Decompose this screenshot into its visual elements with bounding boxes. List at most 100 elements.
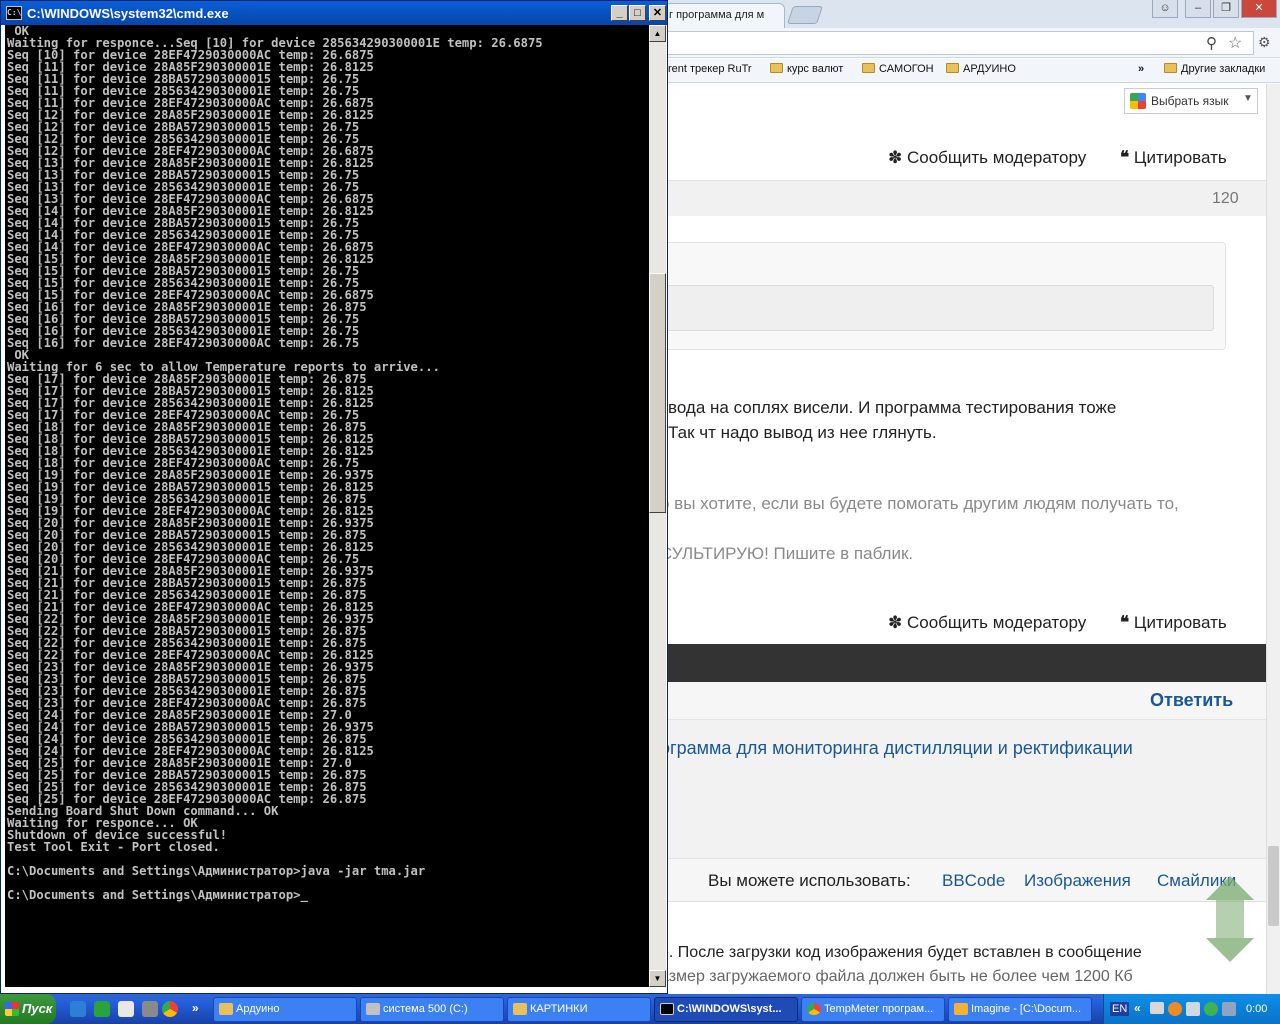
panda-icon[interactable]	[118, 1001, 134, 1017]
taskbar-button-kartinki[interactable]: КАРТИНКИ	[507, 997, 651, 1022]
quicklaunch-more-icon[interactable]: »	[192, 1001, 199, 1015]
report-moderator-link-2[interactable]: ✽ Сообщить модератору	[888, 613, 1086, 633]
language-indicator[interactable]: EN	[1110, 1002, 1130, 1016]
bbcode-link[interactable]: BBCode	[942, 871, 1005, 891]
other-bookmarks[interactable]: Другие закладки	[1164, 63, 1265, 75]
quote-link-2[interactable]: ❝ Цитировать	[1120, 613, 1227, 633]
cmd-line: C:\Documents and Settings\Администратор>…	[7, 864, 426, 878]
bug-icon: ✽	[888, 148, 903, 167]
cmd-console[interactable]: OK Waiting for responce...Seq [10] for de…	[5, 25, 649, 987]
maximize-button[interactable]: □	[629, 5, 646, 21]
quote-icon: ❝	[1120, 613, 1130, 632]
address-bar[interactable]: ⚲ ☆	[662, 31, 1254, 55]
imagine-icon	[954, 1003, 968, 1015]
scroll-down-icon[interactable]: ▼	[649, 970, 666, 987]
folder-icon	[1164, 63, 1177, 73]
page-scroll-thumb[interactable]	[1268, 846, 1279, 926]
close-button[interactable]: ✕	[649, 5, 666, 21]
post-text-line-2: Так чт надо вывод из нее глянуть.	[668, 423, 937, 442]
browser-toolbar: ⚲ ☆ ⚙	[660, 28, 1280, 58]
google-icon	[1130, 93, 1146, 109]
new-tab-button[interactable]	[787, 6, 823, 24]
scroll-down-arrow-icon[interactable]	[1206, 938, 1254, 962]
cmd-scrollbar[interactable]: ▲ ▼	[649, 25, 666, 987]
search-icon[interactable]: ⚲	[1206, 34, 1217, 52]
reply-button[interactable]: Ответить	[1150, 690, 1233, 711]
chrome-icon	[807, 1003, 821, 1015]
upload-hint-line-1: е. После загрузки код изображения будет …	[660, 944, 1142, 961]
ie-icon[interactable]	[70, 1001, 86, 1017]
topic-panel: ограмма для мониторинга дистилляции и ре…	[660, 720, 1266, 858]
bookmark-rutracker[interactable]: rent трекер RuTr	[668, 63, 752, 75]
signature-line-2: СУЛЬТИРУЮ! Пишите в паблик.	[660, 544, 914, 563]
cmd-scroll-thumb[interactable]	[649, 273, 666, 513]
taskbar-button-system500[interactable]: система 500 (C:)	[360, 997, 504, 1022]
post-text-line-1: вода на соплях висели. И программа тести…	[668, 398, 1117, 417]
safely-remove-icon[interactable]	[1222, 1002, 1236, 1016]
taskbar-button-tempmeter[interactable]: TempMeter програм...	[801, 997, 945, 1022]
bookmark-kurs-valyut[interactable]: курс валют	[770, 63, 843, 75]
user-icon[interactable]: ☺	[1152, 0, 1178, 18]
scroll-up-icon[interactable]: ▲	[649, 25, 666, 42]
post-number[interactable]: 120	[1212, 190, 1239, 208]
folder-icon	[770, 63, 783, 73]
cmd-titlebar[interactable]: C:\ C:\WINDOWS\system32\cmd.exe _ □ ✕	[1, 1, 667, 25]
close-icon[interactable]: ✕	[1241, 0, 1277, 18]
cmd-title: C:\WINDOWS\system32\cmd.exe	[27, 6, 229, 21]
taskbar-button-imagine[interactable]: Imagine - [C:\Docum...	[948, 997, 1092, 1022]
folder-icon	[513, 1003, 527, 1015]
windows-logo-icon	[5, 1002, 19, 1016]
wrench-icon[interactable]: ⚙	[1258, 34, 1271, 51]
scroll-up-arrow-icon[interactable]	[1206, 876, 1254, 900]
editor-toolbar: Вы можете использовать: BBCode Изображен…	[660, 858, 1266, 902]
folder-icon	[219, 1003, 233, 1015]
bookmarks-bar: rent трекер RuTr курс валют САМОГОН АРДУ…	[660, 59, 1280, 83]
minimize-button[interactable]: _	[611, 5, 628, 21]
minimize-icon[interactable]: –	[1185, 0, 1211, 18]
excel-icon[interactable]	[94, 1001, 110, 1017]
post-header-bar: 120	[660, 180, 1266, 216]
bookmarks-more-icon[interactable]: »	[1138, 63, 1144, 75]
report-moderator-link[interactable]: ✽ Сообщить модератору	[888, 148, 1086, 168]
restore-icon[interactable]: ❐	[1213, 0, 1239, 18]
page-scrollbar[interactable]	[1266, 84, 1280, 994]
alien-icon[interactable]	[142, 1001, 158, 1017]
reply-bar: Ответить	[660, 682, 1266, 720]
translate-widget[interactable]: Выбрать язык ▼	[1124, 88, 1258, 114]
network-icon[interactable]	[1150, 1002, 1164, 1014]
quote-inner-field	[660, 285, 1214, 331]
cmd-output: OK Waiting for responce...Seq [10] for de…	[7, 25, 543, 901]
antivirus-icon[interactable]	[1168, 1002, 1182, 1016]
images-link[interactable]: Изображения	[1024, 871, 1131, 891]
start-button[interactable]: Пуск	[0, 994, 56, 1024]
update-icon[interactable]	[1204, 1002, 1218, 1016]
tray-expand-icon[interactable]: «	[1134, 1001, 1141, 1015]
quote-icon: ❝	[1120, 148, 1130, 167]
volume-icon[interactable]	[1186, 1002, 1200, 1016]
signature-line-1: о вы хотите, если вы будете помогать дру…	[660, 494, 1179, 513]
browser-tab[interactable]: г программа для м	[660, 3, 785, 28]
system-tray: EN « 0:00	[1103, 994, 1280, 1024]
desktop: г программа для м ☺ – ❐ ✕ ⚲ ☆ ⚙ rent тре…	[0, 0, 1280, 1024]
clock[interactable]: 0:00	[1246, 1003, 1267, 1015]
taskbar-button-arduino[interactable]: Ардуино	[213, 997, 357, 1022]
folder-icon	[946, 63, 959, 73]
dark-divider-bar	[660, 644, 1266, 682]
upload-hint-line-2: азмер загружаемого файла должен быть не …	[660, 968, 1133, 985]
cmd-icon: C:\	[6, 6, 22, 20]
dropdown-arrow-icon: ▼	[1243, 93, 1253, 104]
cmd-icon	[660, 1003, 674, 1015]
quote-box	[660, 242, 1226, 350]
cmd-window: C:\ C:\WINDOWS\system32\cmd.exe _ □ ✕ OK…	[0, 0, 668, 994]
taskbar-button-cmd[interactable]: C:\WINDOWS\syst...	[654, 997, 798, 1022]
chrome-icon[interactable]	[162, 1001, 178, 1017]
bookmark-arduino[interactable]: АРДУИНО	[946, 63, 1016, 75]
forum-page: Выбрать язык ▼ ✽ Сообщить модератору ❝ Ц…	[660, 84, 1266, 994]
star-icon[interactable]: ☆	[1228, 33, 1242, 53]
bookmark-samogon[interactable]: САМОГОН	[862, 63, 934, 75]
topic-title-link[interactable]: ограмма для мониторинга дистилляции и ре…	[660, 738, 1133, 759]
folder-icon	[862, 63, 875, 73]
cmd-line: C:\Documents and Settings\Администратор>…	[7, 888, 308, 902]
taskbar: Пуск » Ардуино система 500 (C:) КАРТИНКИ…	[0, 994, 1280, 1024]
quote-link[interactable]: ❝ Цитировать	[1120, 148, 1227, 168]
